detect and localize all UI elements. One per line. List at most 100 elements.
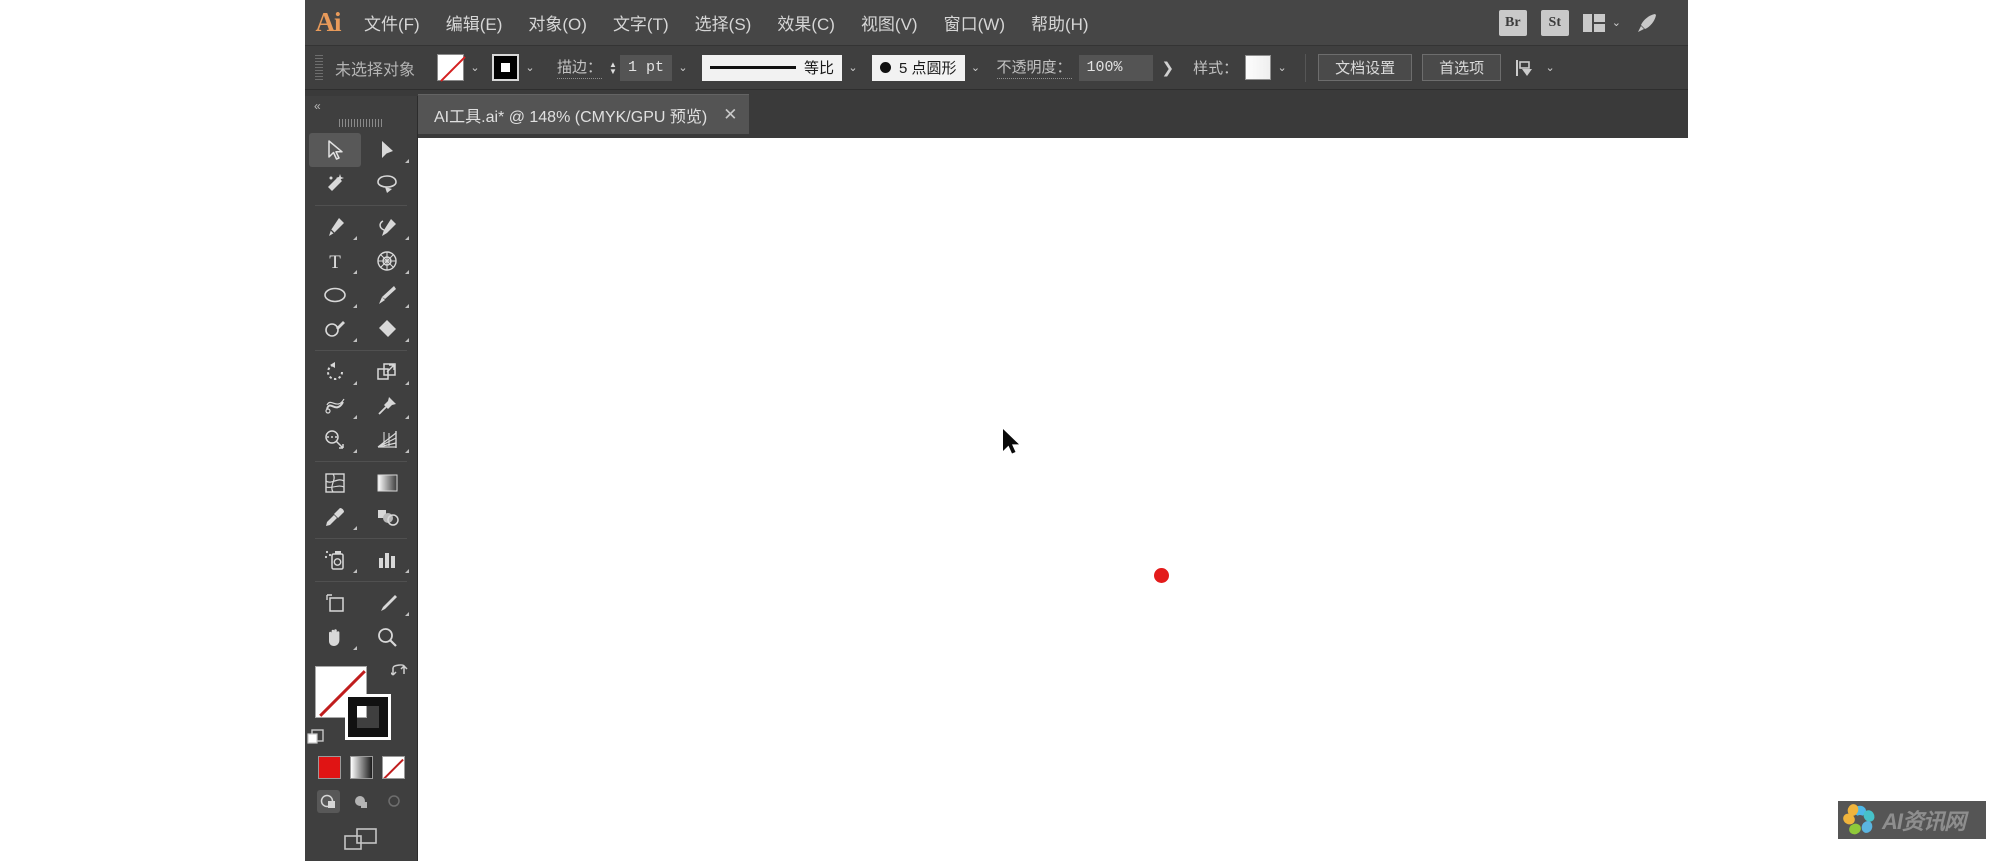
symbol-sprayer-tool[interactable]	[309, 543, 361, 577]
lasso-tool[interactable]	[361, 167, 413, 201]
scale-icon	[377, 363, 396, 380]
edit-toolbar-icon	[344, 828, 377, 850]
stroke-weight-stepper[interactable]: ▲ ▼	[609, 60, 617, 75]
paintbrush-tool[interactable]	[361, 278, 413, 312]
screen-menubar-icon	[354, 796, 367, 808]
menu-effect[interactable]: 效果(C)	[764, 0, 848, 45]
edit-toolbar-button[interactable]	[305, 827, 417, 851]
align-objects-icon[interactable]	[1515, 57, 1539, 79]
fill-none-swatch[interactable]	[437, 54, 465, 81]
width-tool[interactable]	[309, 389, 361, 423]
column-graph-tool[interactable]	[361, 543, 413, 577]
ellipse-icon	[324, 287, 346, 303]
chevron-down-icon: ⌄	[1611, 17, 1621, 29]
preferences-button[interactable]: 首选项	[1422, 54, 1502, 81]
ellipse-tool[interactable]	[309, 278, 361, 312]
width-warp-icon	[324, 398, 345, 414]
eraser-icon	[379, 320, 396, 337]
pen-tool[interactable]	[309, 210, 361, 244]
site-watermark: AI资讯网	[1838, 801, 1986, 839]
swap-fill-stroke-icon[interactable]	[391, 662, 408, 679]
blend-tool[interactable]	[361, 500, 413, 534]
pushpin-icon	[378, 397, 396, 415]
free-transform-tool[interactable]	[361, 389, 413, 423]
normal-screen-mode-button[interactable]	[316, 790, 340, 813]
stroke-swatch-group[interactable]: ⌄	[492, 54, 541, 81]
pen-nib-icon	[329, 218, 344, 236]
red-dot-shape[interactable]	[1154, 568, 1169, 583]
magic-wand-icon	[328, 174, 344, 191]
type-tool[interactable]: T	[309, 244, 361, 278]
document-tab[interactable]: AI工具.ai* @ 148% (CMYK/GPU 预览) ✕	[418, 94, 750, 134]
stroke-profile-chevron-down-icon[interactable]: ⌄	[842, 54, 864, 81]
control-bar: 未选择对象 ⌄ ⌄ 描边： ▲ ▼ 1 pt ⌄ 等比 ⌄ 5 点圆形 ⌄ 不透明…	[305, 45, 1688, 90]
default-fill-stroke-icon[interactable]	[307, 729, 324, 746]
opacity-expand-icon[interactable]: ❯	[1153, 59, 1184, 77]
menu-object[interactable]: 对象(O)	[515, 0, 600, 45]
shape-builder-tool[interactable]	[309, 423, 361, 457]
tools-panel-gripper[interactable]	[305, 115, 417, 131]
control-bar-gripper[interactable]	[315, 54, 323, 81]
eraser-tool[interactable]	[361, 312, 413, 346]
menu-select[interactable]: 选择(S)	[682, 0, 765, 45]
document-setup-button[interactable]: 文档设置	[1318, 54, 1413, 81]
bridge-icon[interactable]: Br	[1498, 9, 1527, 36]
spiral-grid-icon	[377, 251, 397, 271]
menu-window[interactable]: 窗口(W)	[931, 0, 1018, 45]
stroke-weight-input[interactable]: 1 pt	[619, 54, 672, 81]
magic-wand-tool[interactable]	[309, 167, 361, 201]
stroke-weight-chevron-down-icon[interactable]: ⌄	[672, 54, 694, 81]
gradient-swatch-button[interactable]	[349, 756, 373, 779]
stroke-black-swatch[interactable]	[492, 54, 520, 81]
stroke-chevron-down-icon[interactable]: ⌄	[519, 54, 541, 81]
artboard-canvas[interactable]	[418, 138, 1688, 861]
hand-tool[interactable]	[309, 620, 361, 654]
fill-chevron-down-icon[interactable]: ⌄	[464, 54, 486, 81]
gradient-icon	[377, 474, 397, 492]
style-chevron-down-icon[interactable]: ⌄	[1271, 54, 1293, 81]
menu-edit[interactable]: 编辑(E)	[433, 0, 516, 45]
fullscreen-menubar-mode-button[interactable]	[350, 790, 373, 813]
menu-type[interactable]: 文字(T)	[600, 0, 682, 45]
collapse-panel-button[interactable]: «	[305, 96, 417, 115]
menu-file[interactable]: 文件(F)	[351, 0, 433, 45]
control-bar-overflow-chevron-icon[interactable]: ⌄	[1539, 54, 1561, 81]
gradient-tool[interactable]	[361, 466, 413, 500]
graphic-style-swatch[interactable]	[1245, 55, 1272, 80]
none-swatch-button[interactable]	[381, 756, 405, 779]
scale-tool[interactable]	[361, 355, 413, 389]
workspace-switcher[interactable]: ⌄	[1582, 13, 1621, 32]
opacity-label: 不透明度：	[996, 56, 1072, 79]
slice-knife-icon	[381, 595, 397, 611]
line-segment-tool[interactable]	[361, 244, 413, 278]
menu-help[interactable]: 帮助(H)	[1018, 0, 1102, 45]
eyedropper-icon	[326, 508, 344, 526]
fill-swatch-group[interactable]: ⌄	[437, 54, 486, 81]
slice-tool[interactable]	[361, 586, 413, 620]
eyedropper-tool[interactable]	[309, 500, 361, 534]
curvature-pen-icon	[379, 219, 396, 236]
close-icon[interactable]: ✕	[723, 105, 737, 125]
stock-icon[interactable]: St	[1540, 9, 1569, 36]
bar-chart-icon	[378, 553, 395, 568]
direct-selection-tool[interactable]	[361, 133, 413, 167]
opacity-input[interactable]: 100%	[1078, 54, 1153, 81]
brush-definition-chevron-down-icon[interactable]: ⌄	[965, 54, 987, 81]
perspective-grid-tool[interactable]	[361, 423, 413, 457]
stroke-color-box[interactable]	[345, 694, 391, 740]
curvature-tool[interactable]	[361, 210, 413, 244]
screen-mode-buttons	[305, 790, 417, 813]
shaper-pencil-tool[interactable]	[309, 312, 361, 346]
selection-tool[interactable]	[309, 133, 361, 167]
menu-view[interactable]: 视图(V)	[848, 0, 931, 45]
workspace-layout-icon	[1582, 13, 1605, 32]
mesh-tool[interactable]	[309, 466, 361, 500]
rocket-icon[interactable]	[1635, 11, 1660, 35]
rotate-tool[interactable]	[309, 355, 361, 389]
fullscreen-mode-button[interactable]	[383, 790, 406, 813]
zoom-tool[interactable]	[361, 620, 413, 654]
stroke-profile-combo[interactable]: 等比	[701, 54, 842, 81]
artboard-tool[interactable]	[309, 586, 361, 620]
brush-definition-combo[interactable]: 5 点圆形	[871, 54, 965, 81]
color-swatch-button[interactable]	[317, 756, 341, 779]
